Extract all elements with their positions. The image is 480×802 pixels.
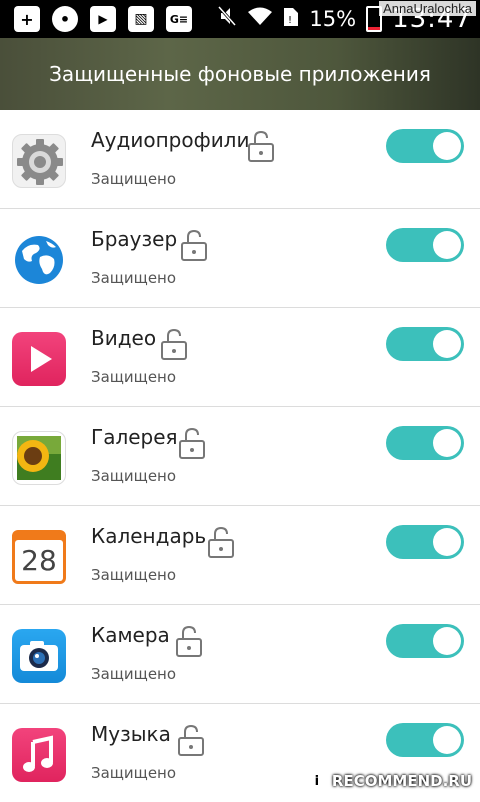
svg-text:!: ! <box>288 15 292 26</box>
app-status: Защищено <box>91 269 177 287</box>
ge-icon: G≡ <box>166 6 192 32</box>
protect-toggle[interactable] <box>386 129 464 163</box>
music-note-icon <box>12 728 66 782</box>
lock-icon <box>207 526 235 562</box>
calendar-day: 28 <box>21 544 57 577</box>
watermark-site-text: RECOMMEND.RU <box>331 772 472 790</box>
sunflower-gallery-icon <box>12 431 66 485</box>
watermark-username: AnnaUralochka <box>379 1 476 16</box>
list-item[interactable]: 28 Календарь Защищено <box>0 506 480 605</box>
list-item[interactable]: Галерея Защищено <box>0 407 480 506</box>
add-icon: + <box>14 6 40 32</box>
camera-icon <box>12 629 66 683</box>
lock-icon <box>160 328 188 364</box>
globe-icon <box>12 233 66 287</box>
app-name: Видео <box>91 326 157 350</box>
list-item[interactable]: Браузер Защищено <box>0 209 480 308</box>
protected-apps-list: Аудиопрофили Защищено Браузер Защищено В… <box>0 110 480 802</box>
settings-gear-icon <box>12 134 66 188</box>
protect-toggle[interactable] <box>386 525 464 559</box>
protect-toggle[interactable] <box>386 426 464 460</box>
toggle-knob <box>433 429 461 457</box>
protect-toggle[interactable] <box>386 723 464 757</box>
app-name: Камера <box>91 623 170 647</box>
watermark-site: i RECOMMEND.RU <box>307 772 472 790</box>
app-status: Защищено <box>91 467 177 485</box>
protect-toggle[interactable] <box>386 228 464 262</box>
image-icon: ▧ <box>128 6 154 32</box>
notification-icons: + • ▶ ▧ G≡ <box>14 6 192 32</box>
toggle-knob <box>433 330 461 358</box>
lock-icon <box>178 427 206 463</box>
lock-icon <box>247 130 275 166</box>
toggle-knob <box>433 132 461 160</box>
app-status: Защищено <box>91 170 177 188</box>
app-status: Защищено <box>91 566 177 584</box>
toggle-knob <box>433 528 461 556</box>
protect-toggle[interactable] <box>386 327 464 361</box>
app-name: Аудиопрофили <box>91 128 250 152</box>
list-item[interactable]: Видео Защищено <box>0 308 480 407</box>
protect-toggle[interactable] <box>386 624 464 658</box>
list-item[interactable]: Аудиопрофили Защищено <box>0 110 480 209</box>
toggle-knob <box>433 231 461 259</box>
play-video-icon <box>12 332 66 386</box>
app-name: Календарь <box>91 524 207 548</box>
chat-icon: • <box>52 6 78 32</box>
calendar-icon: 28 <box>12 530 66 584</box>
recommend-logo-icon: i <box>307 772 326 790</box>
battery-percent: 15% <box>309 7 357 31</box>
lock-icon <box>180 229 208 265</box>
wifi-icon <box>247 6 273 32</box>
app-name: Галерея <box>91 425 178 449</box>
page-header: Защищенные фоновые приложения <box>0 38 480 110</box>
app-status: Защищено <box>91 368 177 386</box>
toggle-knob <box>433 726 461 754</box>
app-name: Музыка <box>91 722 171 746</box>
lock-icon <box>175 625 203 661</box>
list-item[interactable]: Камера Защищено <box>0 605 480 704</box>
youtube-icon: ▶ <box>90 6 116 32</box>
lock-icon <box>177 724 205 760</box>
status-bar: + • ▶ ▧ G≡ ! 15% 13:47 AnnaUralochka <box>0 0 480 38</box>
page-title: Защищенные фоновые приложения <box>49 62 431 86</box>
app-status: Защищено <box>91 665 177 683</box>
mute-icon <box>217 5 237 33</box>
app-status: Защищено <box>91 764 177 782</box>
toggle-knob <box>433 627 461 655</box>
app-name: Браузер <box>91 227 178 251</box>
sim-icon: ! <box>283 5 299 33</box>
